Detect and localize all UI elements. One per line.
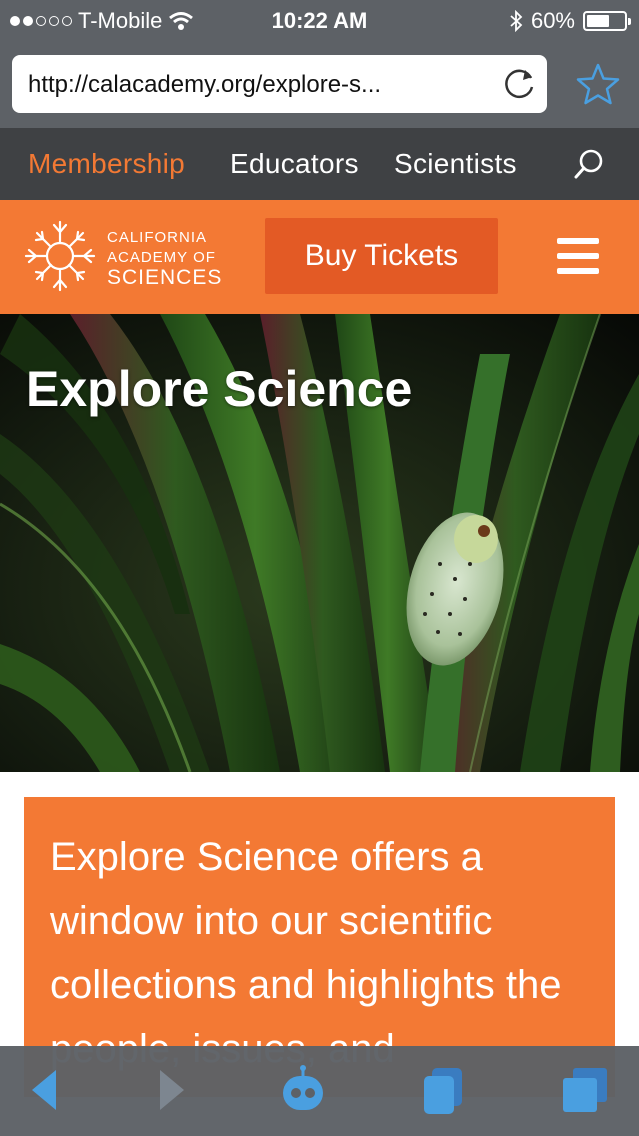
hero-banner: Explore Science bbox=[0, 314, 639, 772]
logo-line-3: SCIENCES bbox=[107, 266, 223, 289]
robot-icon[interactable] bbox=[280, 1064, 326, 1114]
logo-line-1: CALIFORNIA bbox=[107, 229, 208, 246]
hamburger-icon[interactable] bbox=[557, 238, 599, 276]
browser-toolbar bbox=[0, 1046, 639, 1136]
battery-percent: 60% bbox=[530, 8, 575, 33]
intro-text: Explore Science offers a window into our… bbox=[50, 835, 562, 1071]
nav-scientists[interactable]: Scientists bbox=[394, 148, 517, 180]
star-icon[interactable] bbox=[575, 62, 621, 106]
back-arrow-icon[interactable] bbox=[30, 1068, 58, 1112]
hero-title: Explore Science bbox=[26, 361, 413, 417]
tabs-icon[interactable] bbox=[561, 1068, 607, 1114]
battery-icon bbox=[583, 11, 631, 31]
buy-tickets-button[interactable]: Buy Tickets bbox=[265, 218, 498, 294]
url-text: http://calacademy.org/explore-s... bbox=[28, 71, 382, 98]
site-header: CALIFORNIA ACADEMY OF SCIENCES Buy Ticke… bbox=[0, 200, 639, 314]
academy-logo-text[interactable]: CALIFORNIA ACADEMY OF SCIENCES bbox=[107, 228, 222, 288]
browser-address-area: http://calacademy.org/explore-s... bbox=[0, 40, 639, 128]
bookmarks-icon[interactable] bbox=[422, 1068, 464, 1114]
logo-line-2: ACADEMY OF bbox=[107, 249, 216, 266]
academy-logo-icon[interactable] bbox=[24, 218, 96, 294]
reload-icon[interactable] bbox=[503, 67, 537, 101]
status-bar: T-Mobile 10:22 AM 60% bbox=[0, 0, 639, 40]
url-field[interactable]: http://calacademy.org/explore-s... bbox=[12, 55, 547, 113]
forward-arrow-icon[interactable] bbox=[158, 1068, 186, 1112]
bluetooth-icon bbox=[510, 10, 523, 32]
nav-membership[interactable]: Membership bbox=[28, 148, 185, 180]
search-icon[interactable] bbox=[573, 148, 605, 180]
top-nav: Membership Educators Scientists bbox=[0, 128, 639, 200]
nav-educators[interactable]: Educators bbox=[230, 148, 359, 180]
